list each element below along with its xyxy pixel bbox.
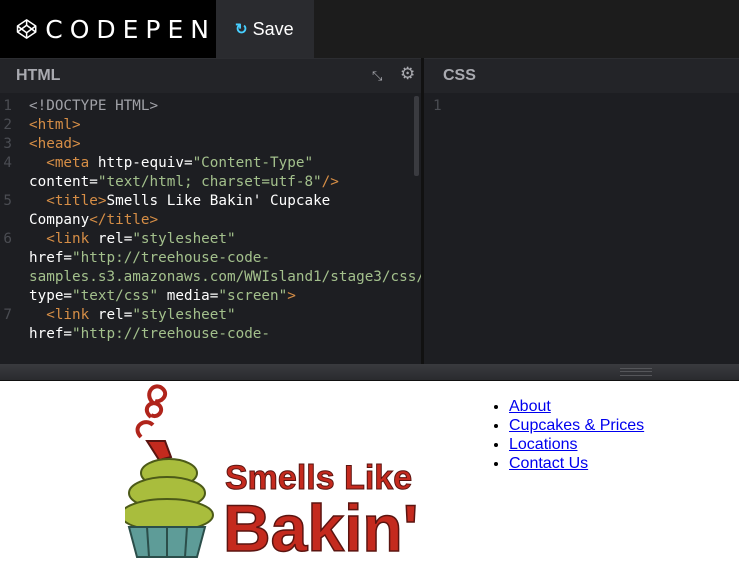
line-number: 4 [3,155,12,171]
code-text: <meta http-equiv="Content-Type" content=… [29,155,339,190]
code-line[interactable]: 4 <meta http-equiv="Content-Type" conten… [0,154,409,192]
nav-link-about[interactable]: About [509,398,551,415]
nav-link-locations[interactable]: Locations [509,436,578,453]
code-text: <html> [29,117,81,133]
code-text: <title>Smells Like Bakin' Cupcake Compan… [29,193,339,228]
nav-item: Locations [509,435,644,454]
gear-icon[interactable]: ⚙ [400,64,415,84]
html-editor-scrollbar[interactable] [414,96,419,176]
nav-item: Contact Us [509,454,644,473]
editor-area: HTML ⤡ ⚙ 1 <!DOCTYPE HTML> 2 <html> 3 <head> 4… [0,58,739,364]
codepen-wordmark: CODEPEN [45,14,216,44]
code-text: <head> [29,136,81,152]
main-nav: About Cupcakes & Prices Locations Contact U… [491,397,644,473]
code-line[interactable]: 5 <title>Smells Like Bakin' Cupcake Comp… [0,192,409,230]
save-label: Save [252,18,294,39]
line-number: 5 [3,193,12,209]
html-pane-header: HTML ⤡ ⚙ [0,58,421,93]
refresh-icon: ↻ [235,21,248,38]
css-pane-title: CSS [443,67,476,84]
html-pane-title: HTML [16,67,61,84]
code-line[interactable]: 1 <!DOCTYPE HTML> [0,97,409,116]
expand-icon[interactable]: ⤡ [372,68,382,84]
resize-grip-icon[interactable] [620,368,652,376]
save-button[interactable]: ↻ Save [216,0,314,58]
line-number: 3 [3,136,12,152]
line-number: 7 [3,307,12,323]
resize-bar[interactable] [0,364,739,381]
code-text: <!DOCTYPE HTML> [29,98,159,114]
code-line[interactable]: 7 <link rel="stylesheet" href="http://tr… [0,306,409,344]
line-number: 1 [3,98,12,114]
code-text: <link rel="stylesheet" href="http://tree… [29,307,271,342]
nav-link-cupcakes-prices[interactable]: Cupcakes & Prices [509,417,644,434]
logo-text-line2: Bakin' [223,491,418,561]
smells-like-bakin-logo: Smells Like Bakin' [125,384,419,561]
nav-link-contact-us[interactable]: Contact Us [509,455,588,472]
line-number: 2 [3,117,12,133]
html-editor-pane: HTML ⤡ ⚙ 1 <!DOCTYPE HTML> 2 <html> 3 <head> 4… [0,58,421,364]
code-line[interactable]: 2 <html> [0,116,409,135]
line-number: 6 [3,231,12,247]
top-bar: CODEPEN ↻ Save [0,0,739,58]
code-line[interactable]: 3 <head> [0,135,409,154]
css-pane-header: CSS [424,58,739,93]
code-text: <link rel="stylesheet" href="http://tree… [29,231,421,304]
nav-item: About [509,397,644,416]
nav-item: Cupcakes & Prices [509,416,644,435]
css-editor-pane: CSS 1 [424,58,739,364]
html-code-editor[interactable]: 1 <!DOCTYPE HTML> 2 <html> 3 <head> 4 <meta ht… [0,97,421,364]
codepen-logo[interactable]: CODEPEN [0,0,216,58]
code-line[interactable]: 6 <link rel="stylesheet" href="http://tr… [0,230,421,306]
codepen-cube-icon [16,19,37,39]
preview-pane: Smells Like Bakin' About Cupcakes & Price… [0,381,739,577]
line-number: 1 [433,98,442,114]
